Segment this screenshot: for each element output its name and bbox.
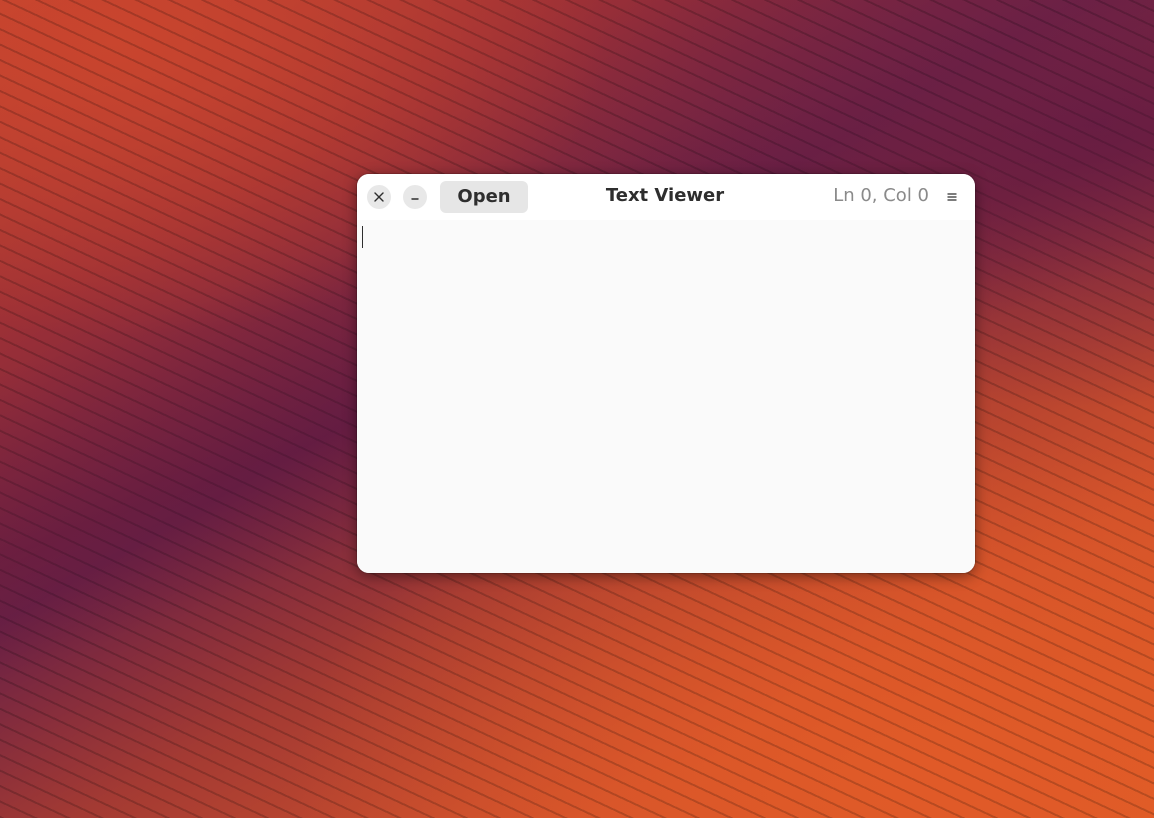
text-viewer-window: Open Text Viewer Ln 0, Col 0 [357,174,975,573]
window-title: Text Viewer [605,185,725,206]
cursor-position-label: Ln 0, Col 0 [833,185,929,206]
minimize-button[interactable] [403,185,427,209]
header-bar: Open Text Viewer Ln 0, Col 0 [357,174,975,220]
close-button[interactable] [367,185,391,209]
text-caret [362,226,363,248]
close-icon [374,192,384,202]
open-button[interactable]: Open [440,181,528,213]
text-editor-area[interactable] [357,220,975,573]
minimize-icon [411,198,419,200]
hamburger-menu-icon [947,193,957,201]
main-menu-button[interactable] [939,184,965,210]
